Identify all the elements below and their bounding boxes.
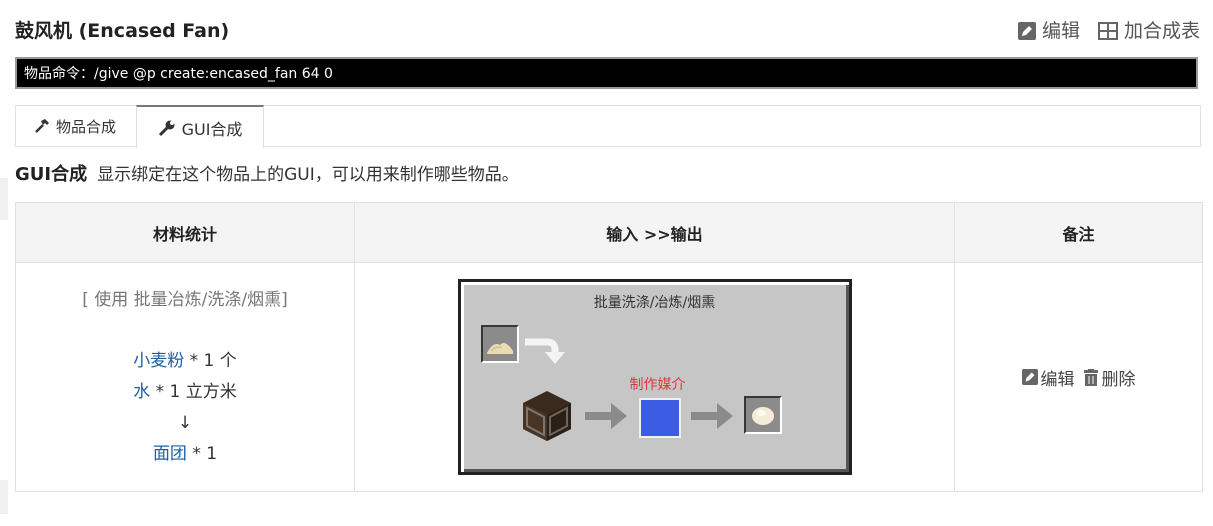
section-heading: GUI合成 显示绑定在这个物品上的GUI，可以用来制作哪些物品。 bbox=[15, 163, 519, 187]
material-line: 小麦粉 * 1 个 bbox=[17, 346, 353, 377]
add-recipe-table-button[interactable]: 加合成表 bbox=[1097, 18, 1200, 44]
section-title: GUI合成 bbox=[15, 164, 88, 185]
curved-arrow-icon bbox=[524, 338, 565, 364]
tab-label: GUI合成 bbox=[181, 119, 243, 139]
delete-recipe-button[interactable]: 删除 bbox=[1083, 365, 1136, 390]
column-header-materials: 材料统计 bbox=[15, 202, 355, 263]
result-line: 面团 * 1 bbox=[17, 439, 353, 470]
edit-page-label: 编辑 bbox=[1041, 20, 1080, 42]
material-link-water[interactable]: 水 bbox=[133, 382, 150, 402]
materials-cell: [ 使用 批量冶炼/洗涤/烟熏] 小麦粉 * 1 个 水 * 1 立方米 ↓ 面… bbox=[15, 262, 355, 492]
crafting-gui: 批量洗涤/冶炼/烟熏 制作媒介 bbox=[457, 279, 852, 475]
usage-text: [ 使用 批量冶炼/洗涤/烟熏] bbox=[82, 289, 288, 310]
result-amount: * 1 bbox=[186, 443, 218, 464]
edit-recipe-label: 编辑 bbox=[1040, 369, 1075, 390]
encased-fan-icon bbox=[522, 391, 571, 441]
section-description: 显示绑定在这个物品上的GUI，可以用来制作哪些物品。 bbox=[97, 165, 519, 185]
delete-recipe-label: 删除 bbox=[1101, 369, 1136, 390]
column-header-io: 输入 >>输出 bbox=[354, 202, 955, 263]
table-icon bbox=[1097, 22, 1118, 40]
side-strip bbox=[0, 480, 8, 514]
edit-page-button[interactable]: 编辑 bbox=[1017, 18, 1080, 44]
recipe-table: 材料统计 输入 >>输出 备注 [ 使用 批量冶炼/洗涤/烟熏] 小麦粉 * 1… bbox=[15, 202, 1203, 492]
arrow-right-icon bbox=[690, 403, 733, 429]
column-header-notes: 备注 bbox=[954, 202, 1203, 263]
item-command-text: 物品命令：/give @p create:encased_fan 64 0 bbox=[24, 66, 333, 82]
page-title: 鼓风机 (Encased Fan) bbox=[15, 20, 230, 42]
table-header-row: 材料统计 输入 >>输出 备注 bbox=[15, 202, 1203, 263]
add-recipe-table-label: 加合成表 bbox=[1123, 20, 1200, 42]
material-link-flour[interactable]: 小麦粉 bbox=[133, 351, 184, 371]
wheat-flour-icon bbox=[486, 343, 513, 354]
water-medium[interactable] bbox=[638, 398, 681, 438]
hammer-icon bbox=[35, 119, 49, 133]
io-cell: 批量洗涤/冶炼/烟熏 制作媒介 bbox=[354, 262, 955, 492]
page-header: 鼓风机 (Encased Fan) 编辑 加合成表 bbox=[15, 18, 1200, 46]
dough-icon bbox=[751, 407, 774, 425]
item-command-bar[interactable]: 物品命令：/give @p create:encased_fan 64 0 bbox=[15, 57, 1198, 89]
tab-gui-crafting[interactable]: GUI合成 bbox=[136, 105, 264, 148]
arrow-right-icon bbox=[584, 403, 627, 429]
wrench-icon bbox=[158, 120, 175, 136]
table-row: [ 使用 批量冶炼/洗涤/烟熏] 小麦粉 * 1 个 水 * 1 立方米 ↓ 面… bbox=[15, 262, 1203, 492]
material-amount: * 1 立方米 bbox=[150, 381, 237, 402]
gui-title: 批量洗涤/冶炼/烟熏 bbox=[593, 295, 716, 311]
edit-icon bbox=[1017, 22, 1036, 40]
edit-recipe-button[interactable]: 编辑 bbox=[1021, 365, 1075, 390]
output-slot[interactable] bbox=[743, 396, 782, 434]
notes-cell: 编辑 删除 bbox=[954, 262, 1203, 492]
side-strip bbox=[0, 178, 8, 220]
tab-item-crafting[interactable]: 物品合成 bbox=[34, 106, 116, 146]
input-slot[interactable] bbox=[480, 325, 519, 363]
result-link-dough[interactable]: 面团 bbox=[153, 444, 187, 464]
recipe-tabs: 物品合成 GUI合成 bbox=[15, 105, 1201, 148]
down-arrow: ↓ bbox=[177, 412, 193, 433]
medium-label: 制作媒介 bbox=[629, 377, 686, 393]
trash-icon bbox=[1083, 368, 1098, 386]
material-line: 水 * 1 立方米 bbox=[17, 377, 353, 408]
header-actions: 编辑 加合成表 bbox=[1017, 18, 1200, 44]
material-amount: * 1 个 bbox=[184, 350, 237, 371]
edit-icon bbox=[1021, 369, 1038, 385]
tab-label: 物品合成 bbox=[56, 117, 117, 136]
